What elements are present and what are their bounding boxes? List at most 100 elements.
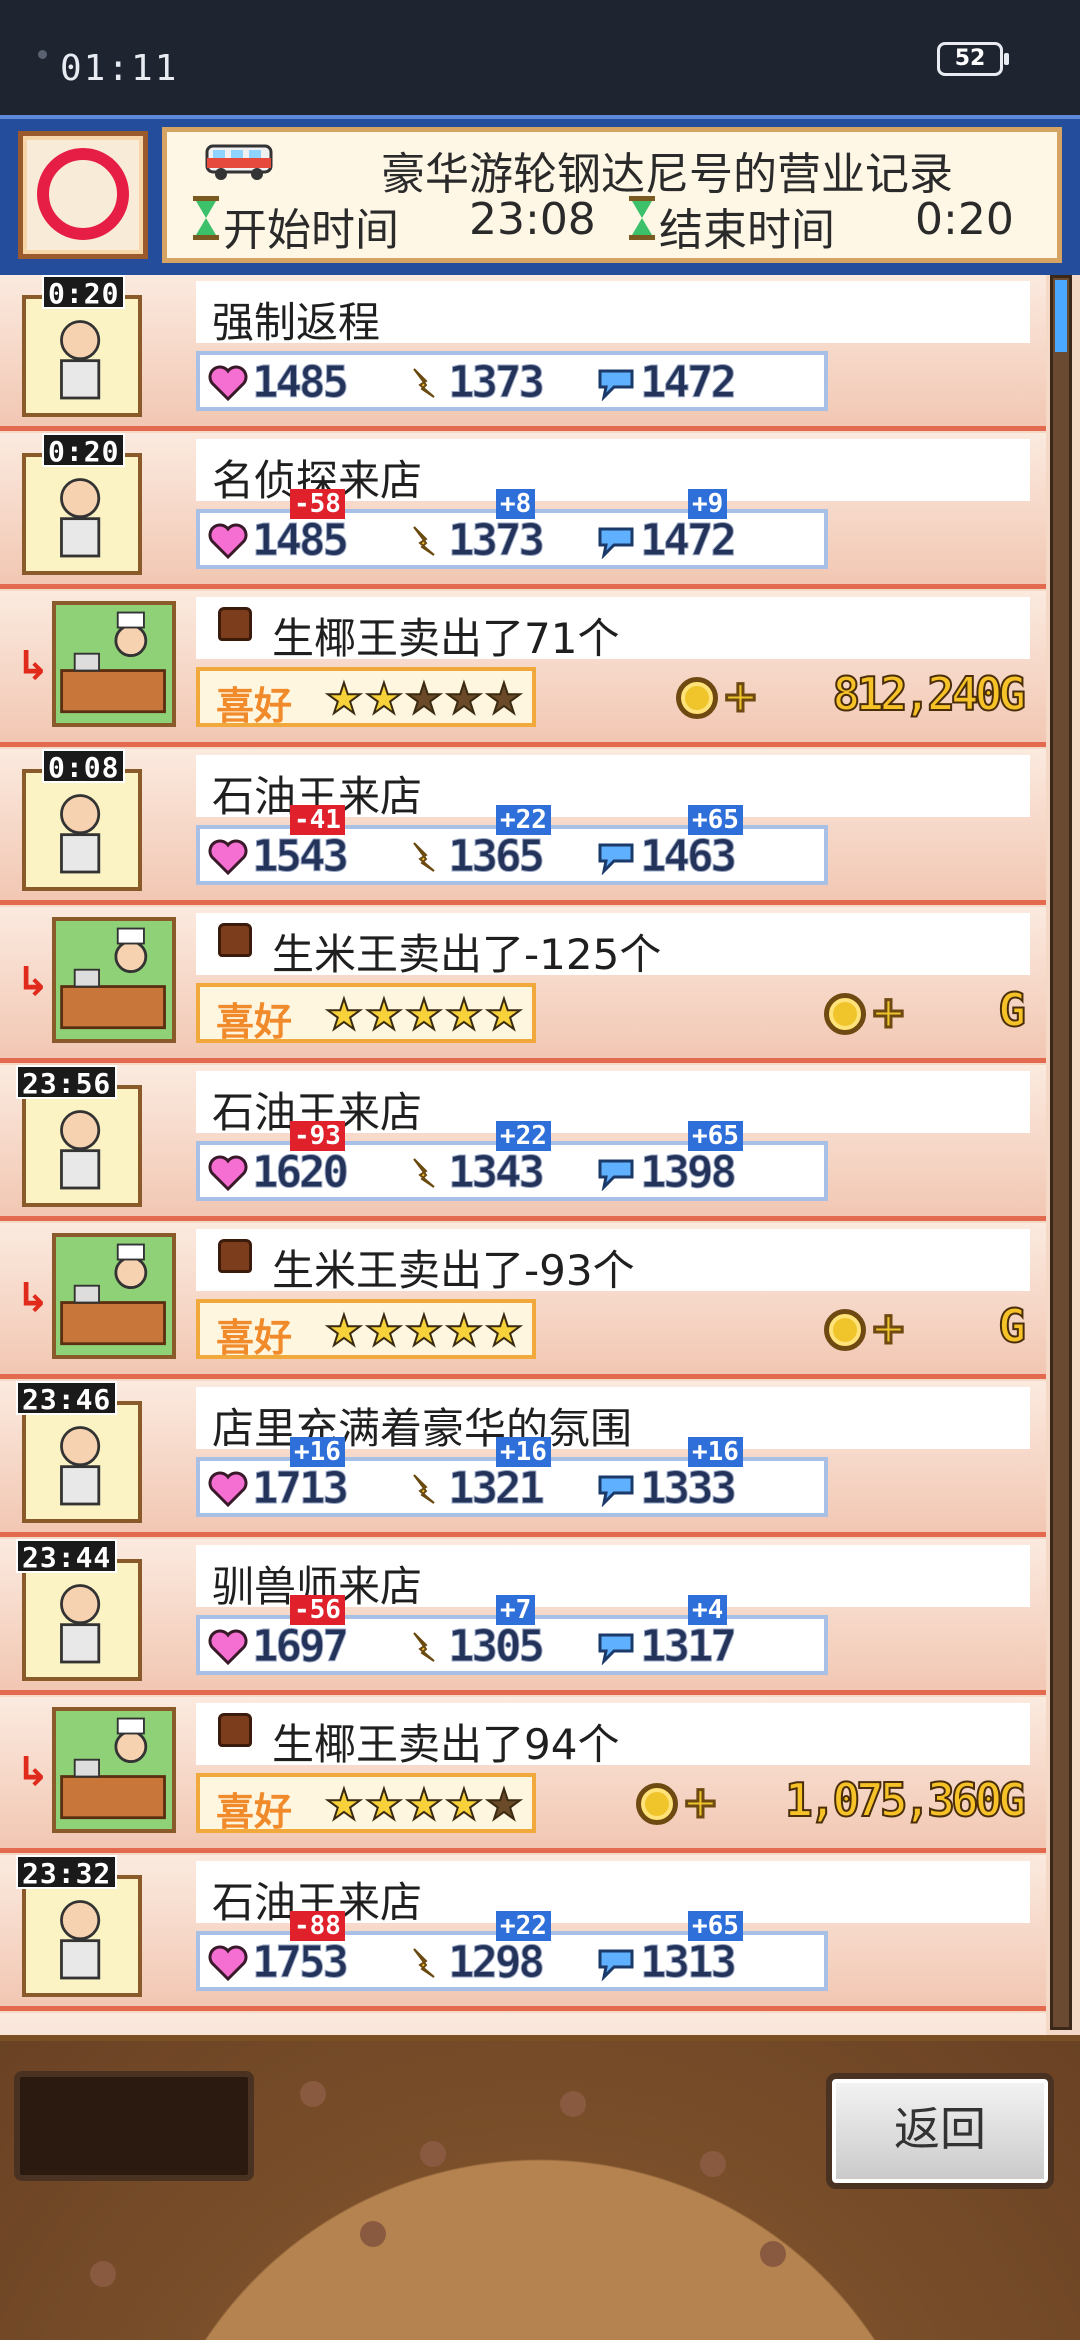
stats-box: 1485 1373 1472 xyxy=(196,351,828,411)
decor-dot xyxy=(560,2091,586,2117)
appeal-stat-value: 1697 xyxy=(252,1621,350,1673)
talk-stat-value: 1313 xyxy=(640,1937,738,1989)
sale-message-box: 生米王卖出了-93个 xyxy=(196,1229,1030,1295)
event-row[interactable]: 23:46 店里充满着豪华的氛围 1713 +16 1321 +16 1333 +16 xyxy=(0,1381,1046,1537)
talk-stat-value: 1398 xyxy=(640,1147,738,1199)
sale-row-partial[interactable] xyxy=(0,2013,1046,2035)
sale-row[interactable]: ↳ 生椰王卖出了71个 喜好 ★★★★★ +812,240G xyxy=(0,591,1046,747)
heart-icon xyxy=(208,365,248,402)
talk-stat: 1333 +16 xyxy=(596,1437,776,1515)
coin-icon xyxy=(676,677,718,719)
chat-icon xyxy=(596,1629,636,1666)
scroll-thumb[interactable] xyxy=(1055,280,1067,352)
decor-dot xyxy=(420,2141,446,2167)
star-icon: ★ xyxy=(404,990,444,1039)
event-time: 0:08 xyxy=(42,749,126,784)
bus-icon xyxy=(205,144,273,180)
hourglass-icon xyxy=(629,196,655,240)
gold-earned: G xyxy=(997,982,1027,1038)
status-bar: 01:11 52 xyxy=(0,0,1080,115)
talk-stat-value: 1463 xyxy=(640,831,738,883)
talk-stat-delta: +9 xyxy=(688,489,728,519)
event-time: 23:44 xyxy=(16,1539,118,1574)
style-stat: 1373 xyxy=(404,357,584,409)
event-message: 店里充满着豪华的氛围 xyxy=(212,1404,633,1453)
talk-stat: 1398 +65 xyxy=(596,1121,776,1199)
talk-stat: 1472 +9 xyxy=(596,489,776,567)
decor-dot xyxy=(90,2261,116,2287)
decor-dot xyxy=(360,2221,386,2247)
talk-stat-delta: +65 xyxy=(688,805,743,835)
star-icon: ★ xyxy=(404,1306,444,1355)
back-button[interactable]: 返回 xyxy=(826,2073,1054,2189)
preference-rating: 喜好 ★★★★★ xyxy=(196,1773,536,1834)
plus-icon: + xyxy=(721,670,761,724)
preference-rating: 喜好 ★★★★★ xyxy=(196,667,536,728)
style-stat-delta: +7 xyxy=(496,1595,536,1625)
style-stat: 1343 +22 xyxy=(404,1121,584,1199)
style-stat: 1321 +16 xyxy=(404,1437,584,1515)
sale-row[interactable]: ↳ 生米王卖出了-125个 喜好 ★★★★★ + G xyxy=(0,907,1046,1063)
talk-stat: 1472 xyxy=(596,357,776,409)
star-icon: ★ xyxy=(484,1780,524,1829)
appeal-stat-delta: -58 xyxy=(290,489,345,519)
chat-icon xyxy=(596,1471,636,1508)
star-icon: ★ xyxy=(404,1780,444,1829)
end-time-label: 结束时间 xyxy=(659,205,835,256)
style-stat-delta: +22 xyxy=(496,1911,551,1941)
event-row[interactable]: 23:32 石油王来店 1753 -88 1298 +22 1313 +65 xyxy=(0,1855,1046,2011)
star-icon: ★ xyxy=(484,1306,524,1355)
plus-icon: + xyxy=(681,1776,721,1830)
event-time: 23:32 xyxy=(16,1855,118,1890)
star-icon: ★ xyxy=(364,1780,404,1829)
record-list[interactable]: 0:20 强制返程 1485 1373 1472 0:20 名侦探来店 1485 -58 1373… xyxy=(0,275,1080,2035)
event-time: 23:56 xyxy=(16,1065,118,1100)
appeal-stat-value: 1713 xyxy=(252,1463,350,1515)
scrollbar[interactable] xyxy=(1050,275,1072,2030)
event-portrait xyxy=(22,295,142,417)
preference-label: 喜好 xyxy=(216,1790,293,1834)
star-icon: ★ xyxy=(324,1306,364,1355)
appeal-stat: 1620 -93 xyxy=(208,1121,388,1199)
event-row[interactable]: 0:20 名侦探来店 1485 -58 1373 +8 1472 +9 xyxy=(0,433,1046,589)
sparkle-icon xyxy=(404,1945,444,1981)
star-icon: ★ xyxy=(324,1780,364,1829)
sale-message: 生米王卖出了-93个 xyxy=(272,1246,635,1295)
sale-row[interactable]: ↳ 生米王卖出了-93个 喜好 ★★★★★ + G xyxy=(0,1223,1046,1379)
camera-dot xyxy=(38,50,47,59)
decor-dot xyxy=(760,2241,786,2267)
end-time-value: 0:20 xyxy=(915,194,1014,245)
stats-box: 1543 -41 1365 +22 1463 +65 xyxy=(196,805,828,885)
sparkle-icon xyxy=(404,1629,444,1665)
gold-earned: 812,240G xyxy=(831,666,1027,722)
appeal-stat: 1543 -41 xyxy=(208,805,388,883)
appeal-stat-delta: -88 xyxy=(290,1911,345,1941)
star-icon: ★ xyxy=(364,990,404,1039)
sale-arrow-icon: ↳ xyxy=(16,643,50,689)
footer-bar: 返回 xyxy=(0,2035,1080,2340)
event-row[interactable]: 23:56 石油王来店 1620 -93 1343 +22 1398 +65 xyxy=(0,1065,1046,1221)
heart-icon xyxy=(208,1945,248,1982)
event-row[interactable]: 0:20 强制返程 1485 1373 1472 xyxy=(0,275,1046,431)
record-header: 豪华游轮钢达尼号的营业记录 开始时间 23:08 结束时间 0:20 xyxy=(0,115,1080,275)
star-icon: ★ xyxy=(444,990,484,1039)
event-time: 0:20 xyxy=(42,433,126,468)
chat-icon xyxy=(596,1155,636,1192)
style-stat-value: 1321 xyxy=(448,1463,546,1515)
plus-icon: + xyxy=(869,986,909,1040)
heart-icon xyxy=(208,523,248,560)
sparkle-icon xyxy=(404,839,444,875)
stats-box: 1620 -93 1343 +22 1398 +65 xyxy=(196,1121,828,1201)
style-stat-delta: +16 xyxy=(496,1437,551,1467)
talk-stat-delta: +65 xyxy=(688,1121,743,1151)
record-icon-button[interactable] xyxy=(18,131,148,259)
appeal-stat-delta: -56 xyxy=(290,1595,345,1625)
event-row[interactable]: 0:08 石油王来店 1543 -41 1365 +22 1463 +65 xyxy=(0,749,1046,905)
sparkle-icon xyxy=(404,1471,444,1507)
event-row[interactable]: 23:44 驯兽师来店 1697 -56 1305 +7 1317 +4 xyxy=(0,1539,1046,1695)
preference-rating: 喜好 ★★★★★ xyxy=(196,1299,536,1360)
talk-stat-delta: +65 xyxy=(688,1911,743,1941)
sale-message: 生椰王卖出了71个 xyxy=(272,614,620,663)
star-icon: ★ xyxy=(444,1306,484,1355)
sale-row[interactable]: ↳ 生椰王卖出了94个 喜好 ★★★★★ +1,075,360G xyxy=(0,1697,1046,1853)
